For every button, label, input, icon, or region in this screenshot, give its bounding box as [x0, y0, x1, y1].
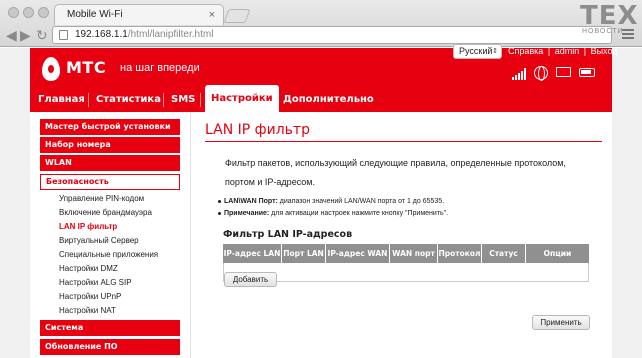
- status-icons: [508, 64, 608, 82]
- reload-icon[interactable]: ↻: [36, 27, 48, 43]
- sidebar-subitem-firewall[interactable]: Включение брандмауэра: [59, 207, 152, 219]
- note-label: LAN\WAN Порт:: [224, 198, 278, 205]
- bullet-icon: [218, 199, 221, 203]
- sidebar-subitem-virtual-server[interactable]: Виртуальный Сервер: [59, 235, 139, 247]
- page-title: LAN IP фильтр: [205, 122, 310, 138]
- watermark-logo: TEX НОВОСТИ: [580, 2, 642, 44]
- apply-button[interactable]: Применить: [532, 315, 590, 330]
- user-name: admin: [554, 46, 580, 56]
- separator: |: [583, 46, 587, 56]
- filter-table: IP-адрес LAN Порт LAN IP-адрес WAN WAN п…: [223, 244, 589, 282]
- page-margin-right: [612, 48, 642, 358]
- note-text: для активации настроек нажмите кнопку "П…: [269, 210, 449, 217]
- browser-toolbar: Mobile Wi-Fi × ◀ ▶ ↻ 192.168.1.1/html/la…: [0, 0, 642, 47]
- sidebar-divider: [190, 112, 191, 358]
- forward-arrow-icon[interactable]: ▶: [20, 27, 31, 43]
- note-text: диапазон значений LAN/WAN порта от 1 до …: [277, 198, 445, 205]
- page-description: Фильтр пакетов, использующий следующие п…: [225, 158, 566, 187]
- address-bar[interactable]: 192.168.1.1/html/lanipfilter.html: [52, 26, 612, 44]
- tab-title: Mobile Wi-Fi: [67, 9, 123, 20]
- tagline: на шаг впереди: [120, 56, 200, 75]
- note-port-range: LAN\WAN Порт: диапазон значений LAN/WAN …: [218, 197, 444, 207]
- sidebar-subitem-dmz[interactable]: Настройки DMZ: [59, 263, 118, 275]
- window-minimize-button[interactable]: [23, 7, 34, 18]
- window-zoom-button[interactable]: [38, 7, 49, 18]
- monitor-icon: [556, 67, 571, 77]
- sidebar-subitem-alg-sip[interactable]: Настройки ALG SIP: [59, 277, 132, 289]
- tab-close-icon[interactable]: ×: [209, 5, 215, 25]
- sidebar-subitem-lan-ip-filter[interactable]: LAN IP фильтр: [59, 221, 117, 233]
- column-header: Порт LAN: [282, 244, 326, 263]
- signal-strength-icon: [512, 68, 526, 80]
- column-header: IP-адрес LAN: [223, 244, 282, 263]
- sidebar-item-quick-setup[interactable]: Мастер быстрой установки: [40, 119, 180, 135]
- tab-sms[interactable]: SMS: [165, 88, 201, 112]
- new-tab-button[interactable]: [223, 9, 251, 23]
- separator: |: [547, 46, 551, 56]
- nav-divider: [200, 93, 201, 107]
- tagline-text: на шаг впереди: [120, 62, 200, 74]
- battery-icon: [579, 68, 595, 77]
- top-links: Справка | admin | Выход: [508, 44, 620, 59]
- url-path: /html/lanipfilter.html: [127, 29, 214, 40]
- table-row: [223, 263, 589, 282]
- sidebar-item-system[interactable]: Система: [40, 320, 180, 336]
- help-link[interactable]: Справка: [508, 46, 543, 56]
- globe-icon: [534, 66, 548, 81]
- sidebar: Мастер быстрой установки Набор номера WL…: [30, 112, 190, 358]
- sidebar-subitem-upnp[interactable]: Настройки UPnP: [59, 291, 121, 303]
- url-host: 192.168.1.1: [75, 29, 128, 40]
- browser-tab[interactable]: Mobile Wi-Fi ×: [54, 4, 224, 25]
- title-underline: [205, 141, 602, 142]
- column-header: WAN порт: [390, 244, 438, 263]
- sidebar-subitem-special-apps[interactable]: Специальные приложения: [59, 249, 158, 261]
- language-value: Русский: [459, 46, 493, 56]
- tab-home[interactable]: Главная: [32, 88, 91, 112]
- page-margin-left: [0, 48, 30, 358]
- add-button[interactable]: Добавить: [224, 272, 277, 287]
- filter-list-title: Фильтр LAN IP-адресов: [223, 229, 353, 240]
- back-arrow-icon[interactable]: ◀: [6, 27, 17, 43]
- language-select[interactable]: Русский ⇕: [453, 44, 502, 59]
- sidebar-subitem-pin[interactable]: Управление PIN-кодом: [59, 193, 144, 205]
- page-icon: [59, 30, 68, 40]
- sidebar-item-update[interactable]: Обновление ПО: [40, 339, 180, 355]
- window-close-button[interactable]: [8, 7, 19, 18]
- logout-link[interactable]: Выход: [591, 46, 618, 56]
- bullet-icon: [218, 211, 221, 215]
- sidebar-item-wlan[interactable]: WLAN: [40, 155, 180, 171]
- note-apply: Примечание: для активации настроек нажми…: [218, 209, 448, 219]
- tab-settings[interactable]: Настройки: [205, 85, 279, 112]
- chevron-updown-icon: ⇕: [492, 48, 498, 55]
- sidebar-subitem-nat[interactable]: Настройки NAT: [59, 305, 116, 317]
- tab-statistics[interactable]: Статистика: [90, 88, 167, 112]
- mts-logo-icon: [42, 57, 60, 81]
- column-header: IP-адрес WAN: [326, 244, 390, 263]
- nav-divider: [163, 93, 164, 107]
- sidebar-item-security[interactable]: Безопасность: [40, 174, 180, 190]
- column-header: Статус: [482, 244, 526, 263]
- tab-advanced[interactable]: Дополнительно: [277, 88, 380, 112]
- note-label: Примечание:: [224, 210, 270, 217]
- main-nav: Главная Статистика SMS Настройки Дополни…: [30, 85, 612, 112]
- logo-text: МТС: [66, 58, 107, 77]
- watermark-brand: TEX: [580, 1, 639, 31]
- nav-divider: [88, 93, 89, 107]
- table-header-row: IP-адрес LAN Порт LAN IP-адрес WAN WAN п…: [223, 244, 589, 263]
- column-header: Протокол: [438, 244, 482, 263]
- sidebar-item-dialup[interactable]: Набор номера: [40, 137, 180, 153]
- column-header: Опции: [543, 249, 572, 258]
